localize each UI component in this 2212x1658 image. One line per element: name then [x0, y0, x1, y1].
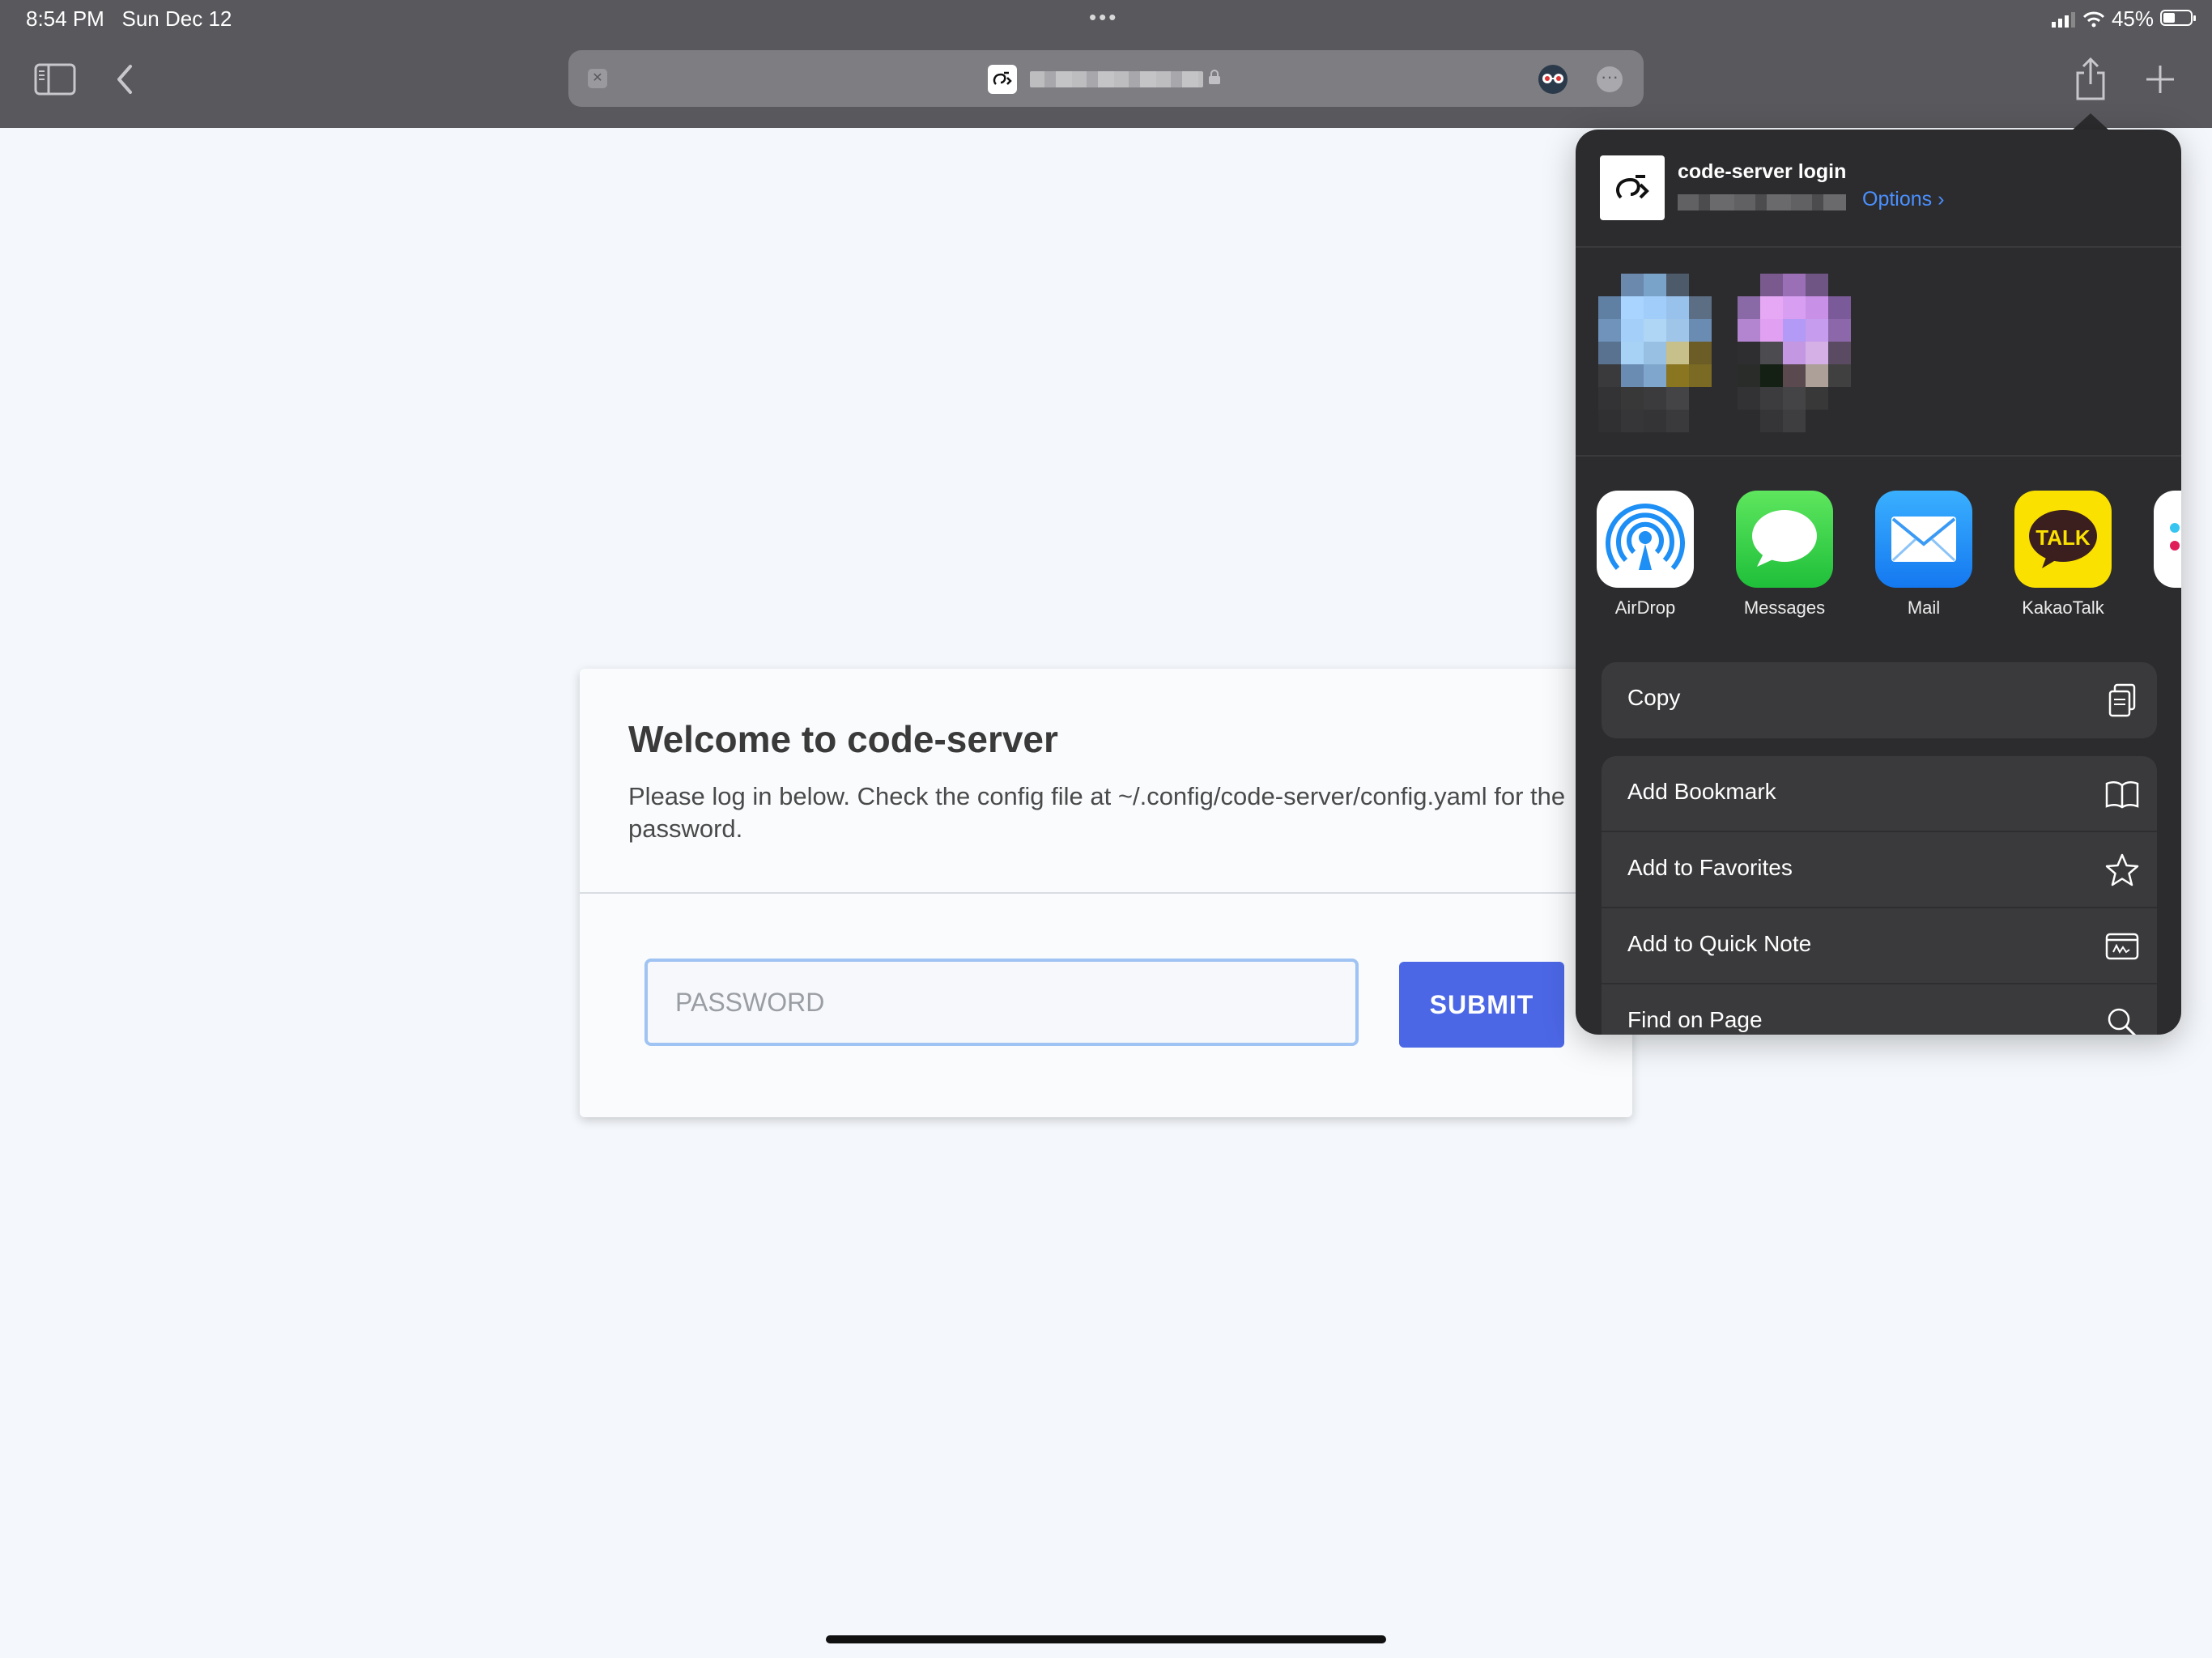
share-sheet: code-server login Options › AirDrop Mess… [1576, 130, 2181, 1035]
action-copy[interactable]: Copy [1602, 662, 2157, 738]
share-app-messages[interactable]: Messages [1728, 491, 1841, 619]
action-add-favorites[interactable]: Add to Favorites [1602, 832, 2157, 908]
home-indicator[interactable] [826, 1635, 1386, 1643]
wifi-icon [2082, 11, 2105, 27]
new-tab-button[interactable] [2136, 55, 2184, 104]
status-time-date: 8:54 PM Sun Dec 12 [26, 6, 232, 31]
share-preview-thumbnail [1600, 155, 1665, 220]
url-text-redacted [1030, 71, 1203, 87]
sidebar-icon [34, 63, 76, 96]
action-find-on-page[interactable]: Find on Page [1602, 984, 2157, 1035]
status-indicators: 45% [2051, 6, 2154, 32]
share-app-mail[interactable]: Mail [1867, 491, 1980, 619]
cellular-signal-icon [2051, 11, 2075, 28]
contact-avatar-1[interactable] [1587, 274, 1716, 436]
share-actions-secondary: Add Bookmark Add to Favorites Add to Qui… [1602, 756, 2157, 1035]
password-input[interactable] [644, 959, 1359, 1046]
share-icon [2076, 57, 2105, 100]
airdrop-icon [1597, 491, 1694, 588]
site-favicon [988, 65, 1017, 94]
magnifier-icon [2108, 1008, 2137, 1035]
copy-icon [2108, 683, 2136, 717]
share-app-airdrop[interactable]: AirDrop [1589, 491, 1702, 619]
action-add-bookmark[interactable]: Add Bookmark [1602, 756, 2157, 832]
sidebar-toggle-button[interactable] [31, 55, 79, 104]
new-tab-plus-icon [2146, 66, 2174, 93]
kakaotalk-badge-text: TALK [2035, 525, 2091, 550]
contact-avatar-2[interactable] [1726, 274, 1856, 436]
card-divider [580, 892, 1632, 894]
share-apps-row: AirDrop Messages Mail TALK KakaoTalk [1576, 457, 2181, 619]
quick-note-icon [2105, 933, 2139, 960]
back-button[interactable] [100, 55, 149, 104]
multitasking-dots[interactable]: ••• [1089, 5, 1118, 30]
back-chevron-icon [117, 65, 132, 94]
kakaotalk-icon: TALK [2014, 491, 2112, 588]
share-options-link[interactable]: Options › [1862, 188, 1944, 211]
share-title: code-server login [1678, 160, 1847, 183]
mail-icon [1875, 491, 1972, 588]
share-button[interactable] [2066, 55, 2115, 104]
lock-icon [1209, 70, 1220, 84]
close-tab-icon[interactable]: ✕ [588, 69, 607, 88]
suggested-contacts [1576, 248, 2181, 457]
share-app-kakaotalk[interactable]: TALK KakaoTalk [2006, 491, 2120, 619]
browser-toolbar: 8:54 PM Sun Dec 12 ••• 45% ✕ ··· [0, 0, 2212, 128]
page-title: Welcome to code-server [628, 718, 1058, 760]
share-header: code-server login Options › [1576, 130, 2181, 248]
battery-percent: 45% [2111, 6, 2154, 31]
share-app-slack-partial[interactable] [2146, 491, 2181, 588]
page-more-button[interactable]: ··· [1597, 66, 1623, 92]
book-icon [2105, 781, 2139, 809]
share-actions-primary: Copy [1602, 662, 2157, 738]
action-add-quick-note[interactable]: Add to Quick Note [1602, 908, 2157, 984]
share-url-redacted [1678, 194, 1846, 210]
extension-icon[interactable] [1537, 63, 1569, 96]
address-bar[interactable]: ✕ ··· [568, 50, 1644, 107]
star-icon [2105, 853, 2139, 886]
login-instructions: Please log in below. Check the config fi… [628, 782, 1566, 843]
battery-icon [2160, 10, 2196, 26]
messages-icon [1736, 491, 1833, 588]
share-popover-arrow [2071, 113, 2110, 131]
submit-button[interactable]: SUBMIT [1399, 962, 1564, 1048]
slack-icon [2154, 491, 2181, 588]
login-card: Welcome to code-server Please log in bel… [580, 669, 1632, 1117]
